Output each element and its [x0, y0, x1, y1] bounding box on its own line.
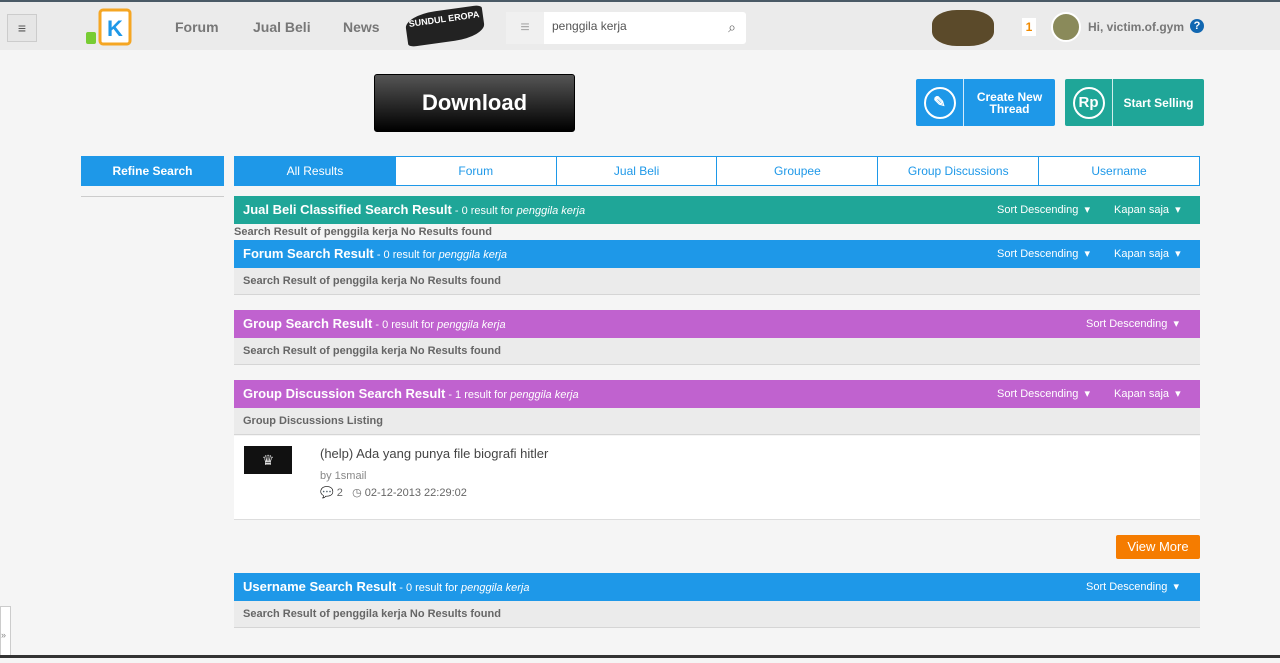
event-badge-image[interactable]: [932, 10, 994, 46]
sort-dropdown[interactable]: Sort Descending ▾: [997, 380, 1090, 408]
tab-username[interactable]: Username: [1039, 156, 1200, 186]
start-selling-button[interactable]: Rp Start Selling: [1065, 79, 1204, 126]
sidebar-expand-handle[interactable]: »: [0, 606, 11, 656]
time-dropdown[interactable]: Kapan saja ▾: [1114, 240, 1181, 268]
sundul-eropa-logo[interactable]: SUNDUL EROPA: [404, 4, 486, 48]
comment-icon: 💬: [320, 487, 334, 499]
thread-title-link[interactable]: (help) Ada yang punya file biografi hitl…: [320, 446, 548, 461]
kaskus-logo[interactable]: K: [82, 8, 146, 50]
create-thread-button[interactable]: ✎ Create New Thread: [916, 79, 1055, 126]
sort-dropdown[interactable]: Sort Descending ▾: [997, 196, 1090, 224]
username-no-results: Search Result of penggila kerja No Resul…: [234, 601, 1200, 628]
view-more-button[interactable]: View More: [1116, 535, 1200, 559]
clock-icon: ◷: [352, 487, 362, 499]
username-section-header: Username Search Result - 0 result for pe…: [234, 573, 1200, 601]
group-no-results: Search Result of penggila kerja No Resul…: [234, 338, 1200, 365]
hamburger-menu-button[interactable]: ≡: [7, 14, 37, 42]
sort-dropdown[interactable]: Sort Descending ▾: [997, 240, 1090, 268]
start-selling-label: Start Selling: [1123, 95, 1194, 110]
thread-author[interactable]: by 1smail: [320, 470, 366, 482]
thread-meta: 💬 2 ◷ 02-12-2013 22:29:02: [320, 487, 467, 499]
list-item: ♛ (help) Ada yang punya file biografi hi…: [234, 436, 1200, 520]
notification-count[interactable]: 1: [1022, 18, 1036, 36]
download-button[interactable]: Download: [374, 74, 575, 132]
search-category-icon[interactable]: ≡: [506, 12, 544, 44]
sort-dropdown[interactable]: Sort Descending ▾: [1086, 310, 1179, 338]
forum-no-results: Search Result of penggila kerja No Resul…: [234, 268, 1200, 295]
group-section-header: Group Search Result - 0 result for pengg…: [234, 310, 1200, 338]
time-dropdown[interactable]: Kapan saja ▾: [1114, 196, 1181, 224]
thread-thumbnail[interactable]: ♛: [244, 446, 292, 474]
create-thread-label: Create New Thread: [976, 89, 1043, 116]
result-tabs: All Results Forum Jual Beli Groupee Grou…: [234, 156, 1200, 186]
help-icon[interactable]: ?: [1190, 19, 1204, 33]
pencil-icon: ✎: [916, 79, 964, 126]
search-icon[interactable]: ⌕: [728, 19, 736, 36]
nav-news[interactable]: News: [343, 19, 380, 35]
search-input[interactable]: [552, 19, 712, 33]
tab-groupee[interactable]: Groupee: [717, 156, 879, 186]
time-dropdown[interactable]: Kapan saja ▾: [1114, 380, 1181, 408]
top-header: ≡ K Forum Jual Beli News SUNDUL EROPA ≡ …: [0, 0, 1280, 50]
nav-jual-beli[interactable]: Jual Beli: [253, 19, 311, 35]
jual-beli-no-results: Search Result of penggila kerja No Resul…: [234, 226, 492, 238]
avatar[interactable]: [1051, 12, 1081, 42]
user-greeting[interactable]: Hi, victim.of.gym: [1088, 20, 1184, 34]
sundul-text: SUNDUL EROPA: [408, 9, 480, 29]
group-discussions-listing-label: Group Discussions Listing: [234, 408, 1200, 435]
group-discussion-section-header: Group Discussion Search Result - 1 resul…: [234, 380, 1200, 408]
search-bar: ≡ ⌕: [506, 12, 746, 44]
forum-section-header: Forum Search Result - 0 result for pengg…: [234, 240, 1200, 268]
rupiah-icon: Rp: [1065, 79, 1113, 126]
sort-dropdown[interactable]: Sort Descending ▾: [1086, 573, 1179, 601]
refine-search-button[interactable]: Refine Search: [81, 156, 224, 186]
tab-jual-beli[interactable]: Jual Beli: [556, 156, 718, 186]
svg-text:K: K: [107, 16, 123, 41]
tab-all-results[interactable]: All Results: [234, 156, 396, 186]
tab-group-discussions[interactable]: Group Discussions: [878, 156, 1040, 186]
tab-forum[interactable]: Forum: [395, 156, 557, 186]
section-title: Jual Beli Classified Search Result: [243, 202, 452, 217]
nav-forum[interactable]: Forum: [175, 19, 219, 35]
jual-beli-section-header: Jual Beli Classified Search Result - 0 r…: [234, 196, 1200, 224]
divider: [81, 196, 224, 197]
